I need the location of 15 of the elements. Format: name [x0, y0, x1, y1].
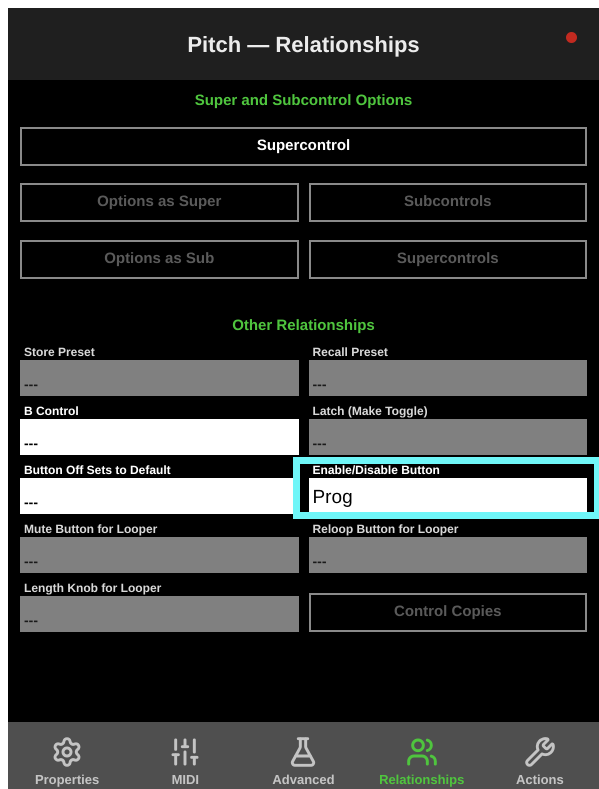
tab[interactable]: Properties — [8, 722, 126, 789]
tab[interactable]: Relationships — [362, 722, 481, 789]
sliders-icon — [169, 736, 202, 768]
people-icon — [406, 736, 438, 768]
option-button[interactable]: Supercontrol — [20, 126, 587, 166]
tab[interactable]: Actions — [480, 722, 599, 789]
window-title: Pitch — Relationships — [187, 30, 420, 59]
input-field[interactable]: Prog — [308, 478, 587, 514]
input-field[interactable]: --- — [20, 419, 298, 455]
tab[interactable]: Advanced — [244, 722, 363, 789]
wrench-icon — [524, 736, 556, 768]
gear-icon — [51, 736, 84, 768]
section-heading: Other Relationships — [231, 316, 376, 336]
section-heading: Super and Subcontrol Options — [194, 91, 414, 111]
tab[interactable]: MIDI — [126, 722, 244, 789]
